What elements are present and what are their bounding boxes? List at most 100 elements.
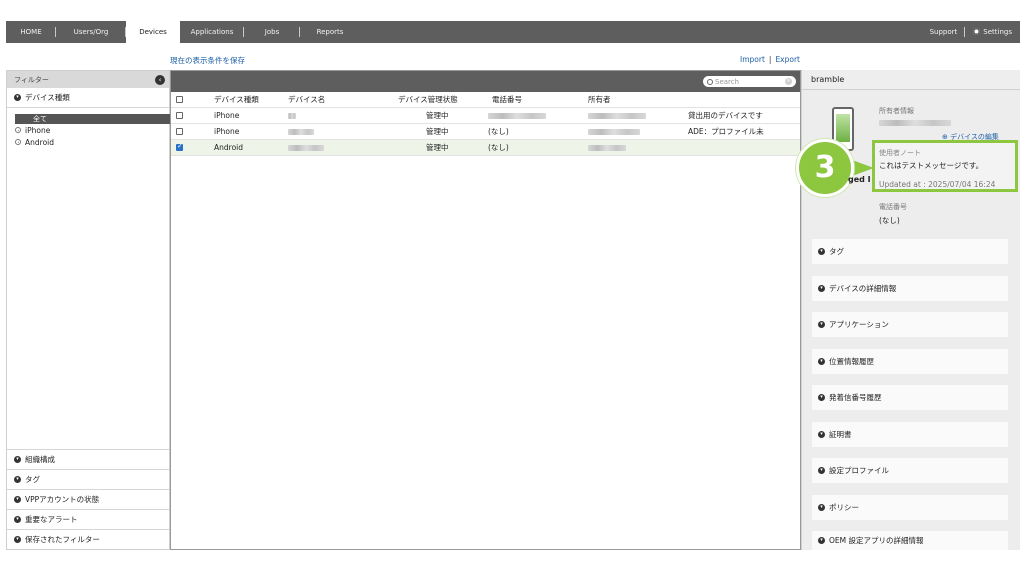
accordion-label: デバイスの詳細情報: [829, 284, 897, 293]
cell-device-name: [288, 127, 388, 136]
col-phone[interactable]: 電話番号: [488, 94, 588, 105]
cell-state: 管理中: [426, 143, 449, 152]
filter-section-tag[interactable]: ▾ タグ: [7, 469, 169, 489]
row-checkbox[interactable]: [176, 112, 183, 119]
search-placeholder: Search: [715, 77, 740, 86]
filter-header: フィルター ‹: [7, 71, 169, 88]
filter-option-label: Android: [25, 137, 54, 147]
col-owner[interactable]: 所有者: [588, 94, 688, 105]
nav-devices[interactable]: Devices: [126, 21, 180, 43]
filter-section-alerts[interactable]: ▾ 重要なアラート: [7, 509, 169, 529]
row-checkbox[interactable]: [176, 128, 183, 135]
clear-icon[interactable]: ✕: [785, 78, 792, 85]
accordion-label: ポリシー: [829, 503, 859, 512]
nav-support[interactable]: Support: [922, 21, 966, 43]
accordion-call-history[interactable]: ▾ 発着信番号履歴: [812, 385, 1008, 410]
col-device-type[interactable]: デバイス種類: [188, 94, 288, 105]
save-condition-link[interactable]: 現在の表示条件を保存: [170, 55, 245, 66]
chevron-down-icon: ▾: [818, 248, 825, 255]
col-management-state[interactable]: デバイス管理状態: [388, 94, 488, 105]
user-note-message: これはテストメッセージです。: [879, 161, 984, 170]
cell-note: 貸出用のデバイスです: [688, 111, 763, 120]
accordion-policy[interactable]: ▾ ポリシー: [812, 495, 1008, 520]
filter-option-android[interactable]: Android: [15, 136, 169, 148]
nav-jobs[interactable]: Jobs: [244, 21, 300, 43]
col-device-name[interactable]: デバイス名: [288, 94, 388, 105]
filter-section-org[interactable]: ▾ 組織構成: [7, 449, 169, 469]
chevron-down-icon: ▾: [818, 431, 825, 438]
cell-phone: [488, 111, 588, 120]
owner-label: 所有者情報: [879, 107, 914, 115]
filter-panel: フィルター ‹ ▾ デバイス種類 全て iPhone Android ▾ 組織構成…: [6, 70, 170, 550]
redacted-value: [488, 113, 546, 119]
cell-note: ADE：プロファイル未: [688, 127, 764, 136]
filter-section-vpp[interactable]: ▾ VPPアカウントの状態: [7, 489, 169, 509]
nav-settings-label: Settings: [983, 28, 1012, 36]
nav-home[interactable]: HOME: [6, 21, 56, 43]
table-header: デバイス種類 デバイス名 デバイス管理状態 電話番号 所有者: [171, 92, 800, 108]
user-note-updated: Updated at : 2025/07/04 16:24: [879, 180, 996, 189]
filter-option-iphone[interactable]: iPhone: [15, 124, 169, 136]
accordion-certificates[interactable]: ▾ 証明書: [812, 422, 1008, 447]
export-link[interactable]: Export: [775, 55, 800, 64]
collapse-left-icon[interactable]: ‹: [155, 75, 165, 85]
device-list: Search ✕ デバイス種類 デバイス名 デバイス管理状態 電話番号 所有者 …: [170, 70, 801, 550]
nav-settings[interactable]: Settings: [965, 21, 1020, 43]
chevron-down-icon: ▾: [14, 476, 21, 483]
chevron-down-icon: ▾: [818, 467, 825, 474]
cell-device-name: [288, 111, 388, 120]
filter-section-label: 組織構成: [25, 455, 55, 464]
filter-section-device-type[interactable]: ▾ デバイス種類: [7, 88, 169, 108]
chevron-down-icon: ▾: [14, 496, 21, 503]
table-row[interactable]: iPhone 管理中 (なし) ADE：プロファイル未: [171, 124, 800, 140]
select-all-checkbox[interactable]: [176, 96, 183, 103]
chevron-down-icon: ▾: [14, 536, 21, 543]
row-checkbox[interactable]: [176, 142, 183, 151]
filter-section-label: タグ: [25, 475, 40, 484]
accordion-tag[interactable]: ▾ タグ: [812, 239, 1008, 264]
chevron-down-icon: ▾: [14, 94, 21, 101]
nav-users-org[interactable]: Users/Org: [56, 21, 126, 43]
callout-pointer: [852, 160, 874, 176]
search-icon: [707, 78, 713, 85]
nav-reports[interactable]: Reports: [300, 21, 360, 43]
search-input[interactable]: Search ✕: [703, 76, 796, 87]
accordion-label: 位置情報履歴: [829, 357, 874, 366]
top-nav: HOME Users/Org Devices Applications Jobs…: [6, 21, 1020, 43]
owner-value: [879, 118, 951, 127]
cell-device-name: [288, 143, 388, 152]
filter-section-label: デバイス種類: [25, 93, 70, 102]
table-row[interactable]: iPhone 管理中 貸出用のデバイスです: [171, 108, 800, 124]
chevron-down-icon: ▾: [818, 537, 825, 544]
accordion-device-details[interactable]: ▾ デバイスの詳細情報: [812, 276, 1008, 301]
cell-owner: [588, 111, 688, 120]
link-separator: |: [768, 55, 772, 64]
filter-bottom-sections: ▾ 組織構成 ▾ タグ ▾ VPPアカウントの状態 ▾ 重要なアラート ▾ 保存されたフィ…: [7, 449, 169, 549]
callout-number-badge: 3: [796, 139, 854, 197]
accordion-location-history[interactable]: ▾ 位置情報履歴: [812, 349, 1008, 374]
user-note-box: 使用者ノート これはテストメッセージです。 Updated at : 2025/…: [872, 140, 1018, 192]
cell-phone: (なし): [488, 143, 509, 152]
chevron-down-icon: ▾: [14, 456, 21, 463]
filter-section-saved[interactable]: ▾ 保存されたフィルター: [7, 529, 169, 549]
cell-owner: [588, 127, 688, 136]
app-root: HOME Users/Org Devices Applications Jobs…: [0, 0, 1024, 576]
chevron-down-icon: ▾: [818, 285, 825, 292]
accordion-applications[interactable]: ▾ アプリケーション: [812, 312, 1008, 337]
chevron-down-icon: ▾: [818, 321, 825, 328]
chevron-down-icon: ▾: [818, 358, 825, 365]
filter-option-all[interactable]: 全て: [15, 114, 170, 124]
chevron-down-icon: ▾: [14, 516, 21, 523]
accordion-oem-config[interactable]: ▾ OEM 設定アプリの詳細情報: [812, 531, 1008, 550]
accordion-config-profiles[interactable]: ▾ 設定プロファイル: [812, 458, 1008, 483]
filter-title: フィルター: [14, 75, 49, 84]
phone-value: (なし): [879, 216, 900, 225]
import-link[interactable]: Import: [740, 55, 765, 64]
nav-applications[interactable]: Applications: [180, 21, 244, 43]
accordion-label: 証明書: [829, 430, 852, 439]
redacted-value: [288, 113, 296, 119]
table-row[interactable]: Android 管理中 (なし): [171, 140, 800, 156]
gear-icon: [973, 28, 981, 35]
cell-owner: [588, 143, 688, 152]
chevron-down-icon: ▾: [818, 504, 825, 511]
